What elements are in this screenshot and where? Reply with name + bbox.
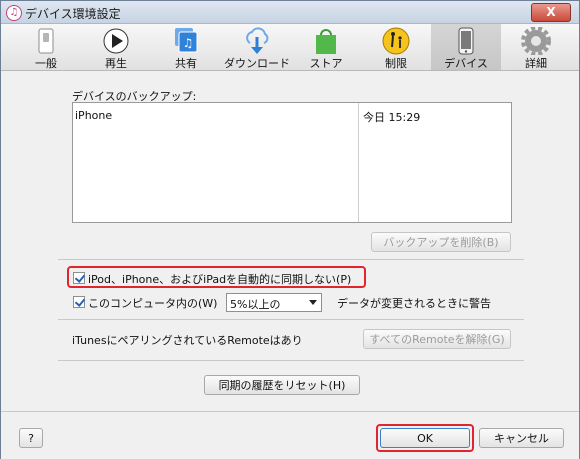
itunes-app-icon: ♫ (6, 5, 22, 21)
tab-advanced-label: 詳細 (525, 57, 547, 70)
prevent-sync-label: iPod、iPhone、およびiPadを自動的に同期しない(P) (88, 273, 352, 286)
close-button[interactable]: X (531, 3, 571, 22)
warn-threshold-select[interactable]: 5%以上の (226, 293, 322, 312)
title-bar[interactable]: ♫ デバイス環境設定 X (1, 1, 579, 24)
svg-text:♫: ♫ (183, 36, 194, 50)
reset-sync-history-button[interactable]: 同期の履歴をリセット(H) (204, 375, 360, 395)
backup-time[interactable]: 今日 15:29 (363, 109, 420, 125)
ok-button[interactable]: OK (380, 428, 470, 448)
tab-advanced[interactable]: 詳細 (503, 24, 569, 70)
preferences-window: ♫ デバイス環境設定 X 一般 再生 ♫ 共有 ダウンロード ストア 制限 デバ… (0, 0, 580, 459)
parental-icon (382, 27, 410, 55)
backup-device-name[interactable]: iPhone (75, 109, 112, 122)
tab-downloads-label: ダウンロード (224, 57, 290, 70)
tab-devices[interactable]: デバイス (431, 24, 501, 70)
download-icon (246, 27, 269, 54)
warn-threshold-value: 5%以上の (230, 298, 281, 311)
play-icon (103, 28, 129, 54)
gear-icon (521, 27, 551, 55)
column-separator (358, 103, 359, 222)
prevent-sync-checkbox[interactable] (73, 272, 85, 284)
help-button[interactable]: ? (19, 428, 43, 448)
tab-general-label: 一般 (35, 57, 57, 70)
tab-parental[interactable]: 制限 (363, 24, 429, 70)
tab-playback-label: 再生 (105, 57, 127, 70)
warn-label-suffix: データが変更されるときに警告 (337, 297, 491, 310)
divider (58, 360, 524, 361)
cancel-button[interactable]: キャンセル (479, 428, 564, 448)
warn-data-change-checkbox[interactable] (73, 296, 85, 308)
divider (58, 259, 524, 260)
store-bag-icon (316, 29, 336, 54)
switch-icon (38, 28, 54, 54)
tab-devices-label: デバイス (444, 57, 488, 70)
tab-general[interactable]: 一般 (13, 24, 79, 70)
remote-pairing-label: iTunesにペアリングされているRemoteはあり (72, 334, 303, 347)
tab-sharing[interactable]: ♫ 共有 (153, 24, 219, 70)
window-title: デバイス環境設定 (25, 7, 121, 21)
tab-parental-label: 制限 (385, 57, 407, 70)
share-icon: ♫ (175, 28, 198, 53)
tab-playback[interactable]: 再生 (83, 24, 149, 70)
tab-downloads[interactable]: ダウンロード (221, 24, 293, 70)
forget-remotes-button[interactable]: すべてのRemoteを解除(G) (363, 329, 511, 349)
preferences-toolbar: 一般 再生 ♫ 共有 ダウンロード ストア 制限 デバイス 詳細 (1, 24, 579, 71)
warn-label-prefix: このコンピュータ内の(W) (88, 297, 218, 310)
chevron-down-icon (309, 300, 317, 305)
phone-icon (458, 27, 474, 55)
divider (58, 319, 524, 320)
tab-sharing-label: 共有 (175, 57, 197, 70)
tab-store[interactable]: ストア (293, 24, 359, 70)
tab-store-label: ストア (309, 57, 343, 70)
delete-backup-button[interactable]: バックアップを削除(B) (371, 232, 511, 252)
backup-list[interactable]: iPhone 今日 15:29 (72, 102, 512, 223)
